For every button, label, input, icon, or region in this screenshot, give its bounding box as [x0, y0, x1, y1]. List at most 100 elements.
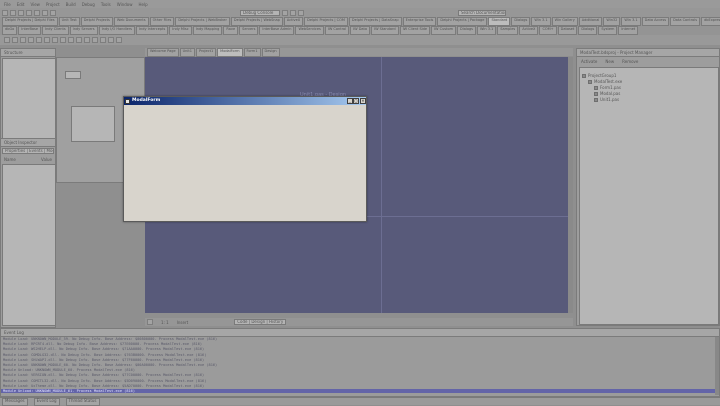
tree-item-projectgroup[interactable]: ProjectGroup1	[582, 73, 616, 78]
tree-item-form1[interactable]: Form1.pas	[594, 85, 621, 90]
palette-tab-r1-2[interactable]: Delphi Projects	[80, 17, 113, 26]
menu-view[interactable]: View	[30, 2, 40, 7]
menu-help[interactable]: Help	[138, 2, 147, 7]
palette-tab-r2-21[interactable]: COM+	[539, 26, 557, 35]
step-icon[interactable]	[298, 9, 304, 16]
palette-tab-r1-16[interactable]: Additional	[578, 17, 603, 26]
palette-tab-r1-19[interactable]: Data Access	[641, 17, 670, 26]
menu-build[interactable]: Build	[66, 2, 76, 7]
palette-tab-r1-8[interactable]: Delphi Projects | COM	[304, 17, 348, 26]
groupbox-icon[interactable]	[108, 37, 114, 43]
pointer-icon[interactable]	[4, 37, 10, 43]
palette-tab-r2-15[interactable]: IW Client Side	[399, 26, 431, 35]
palette-tab-r1-7[interactable]: ActiveX	[283, 17, 304, 26]
palette-tab-r2-23[interactable]: Dialogs	[578, 26, 598, 35]
checkbox-icon[interactable]	[68, 37, 74, 43]
menu-project[interactable]: Project	[46, 2, 60, 7]
form1-panel[interactable]	[71, 106, 115, 142]
listbox-icon[interactable]	[84, 37, 90, 43]
editor-view-tabs[interactable]: Code | Design | History	[234, 319, 287, 325]
modal-titlebar[interactable]: ModalForm _ □ ×	[124, 97, 366, 105]
palette-tab-r2-14[interactable]: IW Standard	[371, 26, 399, 35]
palette-tab-r2-19[interactable]: Samples	[497, 26, 519, 35]
radio-icon[interactable]	[76, 37, 82, 43]
menu-tools[interactable]: Tools	[101, 2, 111, 7]
event-log-line[interactable]: Module Load: WS2HELP.dll. No Debug Info.…	[3, 347, 204, 351]
palette-tab-r2-12[interactable]: IW Control	[324, 26, 350, 35]
event-log-line[interactable]: Module Unload: UNKNOWN_MODULE_61. Proces…	[1, 389, 717, 393]
activate-button[interactable]: Activate	[581, 59, 597, 64]
tab-project1[interactable]: Project1	[195, 47, 217, 57]
palette-tab-r1-15[interactable]: Win Gallery	[551, 17, 578, 26]
close-button[interactable]: ×	[360, 98, 366, 104]
palette-tab-r1-10[interactable]: Enterprise Tools	[402, 17, 437, 26]
memo-icon[interactable]	[52, 37, 58, 43]
tree-item-unit1[interactable]: Unit1.pas	[594, 97, 619, 102]
tree-item-modal[interactable]: Modal.pas	[594, 91, 620, 96]
palette-tab-r1-14[interactable]: Win 3.1	[531, 17, 551, 26]
menu-debug[interactable]: Debug	[82, 2, 95, 7]
palette-tab-r1-0[interactable]: Delphi Projects | Delphi Files	[2, 17, 58, 26]
event-log-line[interactable]: Module Load: COMCTL32.dll. No Debug Info…	[3, 379, 206, 383]
palette-tab-r2-9[interactable]: Servers	[239, 26, 259, 35]
event-log-line[interactable]: Module Load: UNKNOWN_MODULE_59. No Debug…	[3, 337, 217, 341]
palette-tab-r2-13[interactable]: IW Data	[350, 26, 371, 35]
edit-icon[interactable]	[44, 37, 50, 43]
palette-tab-r2-2[interactable]: Indy Clients	[42, 26, 69, 35]
palette-tab-r1-9[interactable]: Delphi Projects | DataSnap	[348, 17, 402, 26]
project-tree[interactable]: ProjectGroup1 ModalTest.exe Form1.pas Mo…	[579, 67, 719, 325]
palette-tab-r2-25[interactable]: Internet	[618, 26, 639, 35]
event-log-line[interactable]: Module Unload: UNKNOWN_MODULE_60. Proces…	[3, 368, 135, 372]
event-log-lines[interactable]: Module Load: UNKNOWN_MODULE_59. No Debug…	[1, 337, 717, 395]
combobox-icon[interactable]	[92, 37, 98, 43]
event-log-line[interactable]: Module Load: COMDLG32.dll. No Debug Info…	[3, 353, 206, 357]
save-all-icon[interactable]	[26, 9, 32, 16]
tab-thread-status[interactable]: Thread Status	[65, 397, 100, 406]
popupmenu-icon[interactable]	[28, 37, 34, 43]
palette-tab-r2-16[interactable]: IW Custom	[431, 26, 457, 35]
palette-tab-r1-5[interactable]: Delphi Projects | WebBroker	[175, 17, 230, 26]
event-log-scrollbar[interactable]	[715, 337, 719, 395]
event-log-line[interactable]: Module Load: SHLWAPI.dll. No Debug Info.…	[3, 358, 204, 362]
inspector-grid[interactable]	[2, 164, 56, 326]
cut-icon[interactable]	[34, 9, 40, 16]
palette-tab-r2-20[interactable]: ActiveX	[519, 26, 539, 35]
maximize-button[interactable]: □	[353, 98, 359, 104]
remove-button[interactable]: Remove	[622, 59, 638, 64]
palette-tab-r2-24[interactable]: System	[598, 26, 618, 35]
palette-tab-r1-3[interactable]: Web Documents	[113, 17, 149, 26]
palette-tab-r2-22[interactable]: Dataset	[557, 26, 578, 35]
close-editor-icon[interactable]	[147, 319, 153, 325]
palette-tab-r2-3[interactable]: Indy Servers	[69, 26, 98, 35]
palette-tab-r2-4[interactable]: Indy I/O Handlers	[98, 26, 135, 35]
form1-label[interactable]	[65, 71, 81, 79]
palette-tab-r1-6[interactable]: Delphi Projects | WebSnap	[230, 17, 283, 26]
paste-icon[interactable]	[50, 9, 56, 16]
palette-tab-r2-8[interactable]: Rave	[223, 26, 239, 35]
modal-client-area[interactable]	[124, 105, 366, 221]
new-button[interactable]: New	[605, 59, 614, 64]
button-icon[interactable]	[60, 37, 66, 43]
event-log-line[interactable]: Module Load: RPCRT4.dll. No Debug Info. …	[3, 342, 202, 346]
mainmenu-icon[interactable]	[20, 37, 26, 43]
save-icon[interactable]	[18, 9, 24, 16]
palette-tab-r2-0[interactable]: dbGo	[2, 26, 18, 35]
palette-tab-r1-20[interactable]: Data Controls	[670, 17, 701, 26]
menu-edit[interactable]: Edit	[17, 2, 25, 7]
open-icon[interactable]	[10, 9, 16, 16]
palette-tab-r2-10[interactable]: InterBase Admin	[259, 26, 295, 35]
tab-event-log[interactable]: Event Log	[33, 397, 60, 406]
tab-messages[interactable]: Messages	[2, 397, 28, 406]
run-icon[interactable]	[282, 9, 288, 16]
designer-vscrollbar[interactable]	[568, 57, 573, 313]
event-log-line[interactable]: Module Load: UxTheme.dll. No Debug Info.…	[3, 384, 204, 388]
tab-design[interactable]: Design	[261, 47, 280, 57]
tab-unit1[interactable]: Unit1	[179, 47, 195, 57]
pause-icon[interactable]	[290, 9, 296, 16]
palette-tab-r1-11[interactable]: Delphi Projects | Package	[437, 17, 488, 26]
build-config-combo[interactable]: Debug Console	[240, 9, 280, 16]
palette-tab-r1-4[interactable]: Other Files	[149, 17, 175, 26]
palette-tab-r2-17[interactable]: Dialogs	[457, 26, 477, 35]
menu-window[interactable]: Window	[117, 2, 133, 7]
modal-form-window[interactable]: ModalForm _ □ ×	[123, 96, 367, 222]
